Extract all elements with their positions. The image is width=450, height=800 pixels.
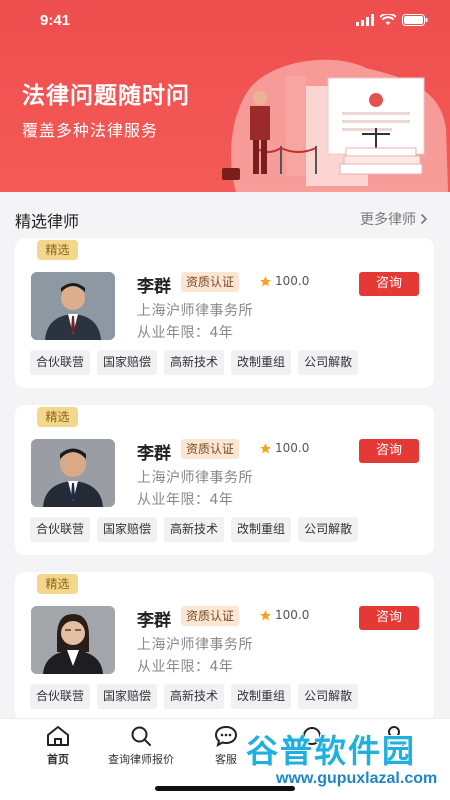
nav-home[interactable]: 首页 [38,725,78,767]
specialty-tag: 公司解散 [298,350,359,375]
practice-years: 从业年限：4年 [137,659,234,675]
status-bar: 9:41 [0,0,450,44]
law-firm: 上海沪师律事务所 [137,303,253,319]
specialty-tag: 合伙联营 [30,350,91,375]
consult-button[interactable]: 咨询 [359,272,419,296]
lawyer-card[interactable]: 精选 李群 资质认证 100.0 咨询 上海沪师律事务所 从业年限：4年 合伙联… [15,405,434,555]
certified-badge: 资质认证 [181,439,240,459]
nav-support[interactable]: 客服 [208,725,244,767]
star-icon [260,609,271,620]
rating-value: 100.0 [275,441,310,455]
signal-icon [356,14,374,26]
specialty-tag: 国家赔偿 [97,517,158,542]
rating: 100.0 [259,441,309,455]
lawyer-name: 李群 [137,277,171,297]
specialty-tag: 合伙联营 [30,684,91,709]
status-icons [356,14,428,26]
section-header: 精选律师 更多律师 [0,192,450,242]
banner-title: 法律问题随时问 [22,83,190,109]
lawyer-name: 李群 [137,444,171,464]
featured-badge: 精选 [37,574,78,594]
specialty-tag: 国家赔偿 [97,684,158,709]
specialty-tag: 高新技术 [164,684,225,709]
home-icon [47,726,69,746]
rating: 100.0 [259,608,309,622]
nav-label: 客服 [215,753,237,766]
battery-icon [402,14,428,26]
chat-icon [214,725,238,747]
certified-badge: 资质认证 [181,272,240,292]
home-indicator [155,786,295,791]
chevron-right-icon [420,213,428,225]
specialty-tag: 高新技术 [164,517,225,542]
star-icon [260,442,271,453]
consult-button[interactable]: 咨询 [359,439,419,463]
lawyer-avatar [31,439,115,507]
lawyer-avatar [31,606,115,674]
specialty-tag: 改制重组 [231,684,292,709]
certified-badge: 资质认证 [181,606,240,626]
more-lawyers-link[interactable]: 更多律师 [360,209,428,229]
specialty-tag: 公司解散 [298,684,359,709]
specialty-tag: 高新技术 [164,350,225,375]
star-icon [260,275,271,286]
practice-years: 从业年限：4年 [137,325,234,341]
search-icon [131,726,151,746]
practice-years: 从业年限：4年 [137,492,234,508]
specialty-tags: 合伙联营 国家赔偿 高新技术 改制重组 公司解散 [30,350,359,375]
featured-badge: 精选 [37,240,78,260]
specialty-tags: 合伙联营 国家赔偿 高新技术 改制重组 公司解散 [30,684,359,709]
specialty-tag: 公司解散 [298,517,359,542]
specialty-tag: 国家赔偿 [97,350,158,375]
lawyer-card[interactable]: 精选 李群 资质认证 100.0 咨询 上海沪师律事务所 从业年限：4年 合伙联… [15,238,434,388]
consult-button[interactable]: 咨询 [359,606,419,630]
specialty-tag: 改制重组 [231,350,292,375]
featured-badge: 精选 [37,407,78,427]
lawyer-avatar [31,272,115,340]
rating: 100.0 [259,274,309,288]
section-title: 精选律师 [15,212,80,231]
law-firm: 上海沪师律事务所 [137,470,253,486]
watermark-url: www.gupuxlazal.com [276,770,438,787]
law-firm: 上海沪师律事务所 [137,637,253,653]
lawyer-illustration [222,59,448,192]
rating-value: 100.0 [275,274,310,288]
specialty-tag: 改制重组 [231,517,292,542]
watermark-title: 谷普软件园 [246,732,417,770]
nav-lawyer-quotes[interactable]: 查询律师报价 [100,725,182,767]
more-lawyers-label: 更多律师 [360,212,416,228]
specialty-tags: 合伙联营 国家赔偿 高新技术 改制重组 公司解散 [30,517,359,542]
nav-label: 首页 [47,753,69,766]
lawyer-card[interactable]: 精选 李群 资质认证 100.0 咨询 上海沪师律事务所 从业年限：4年 合伙联… [15,572,434,722]
lawyer-name: 李群 [137,611,171,631]
banner-subtitle: 覆盖多种法律服务 [22,121,159,140]
nav-label: 查询律师报价 [108,753,174,766]
header-banner: 9:41 法律问题随时问 覆盖多种法律服务 [0,0,450,192]
status-time: 9:41 [40,12,71,29]
specialty-tag: 合伙联营 [30,517,91,542]
wifi-icon [380,14,396,25]
rating-value: 100.0 [275,608,310,622]
